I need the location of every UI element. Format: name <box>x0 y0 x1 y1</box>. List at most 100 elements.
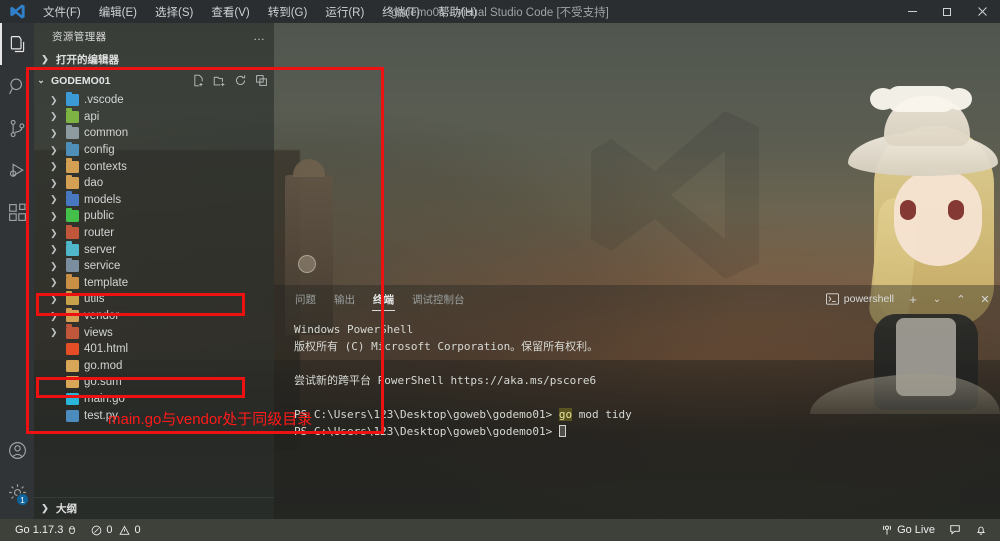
activitybar-item-source-control[interactable] <box>0 107 34 149</box>
tree-row-service[interactable]: ❯ service <box>34 257 274 275</box>
section-outline[interactable]: ❯ 大纲 <box>34 497 274 519</box>
tree-row--vscode[interactable]: ❯ .vscode <box>34 91 274 109</box>
tree-row-label: contexts <box>84 160 127 173</box>
folder-icon <box>66 91 79 107</box>
collapse-all-icon[interactable] <box>255 74 268 87</box>
menu-go[interactable]: 转到(G) <box>259 1 317 23</box>
tree-row-401-html[interactable]: 401.html <box>34 341 274 358</box>
menu-edit[interactable]: 编辑(E) <box>90 1 146 23</box>
chevron-right-icon: ❯ <box>50 210 58 221</box>
terminal-dropdown-button[interactable]: ⌄ <box>928 290 946 308</box>
maximize-panel-button[interactable]: ⌃ <box>952 290 970 308</box>
menu-view[interactable]: 查看(V) <box>202 1 258 23</box>
tree-row-dao[interactable]: ❯ dao <box>34 174 274 192</box>
folder-icon <box>66 124 79 140</box>
go-live-label: Go Live <box>897 524 935 536</box>
terminal-line: 版权所有 (C) Microsoft Corporation。保留所有权利。 <box>294 340 599 353</box>
character-ribbon <box>870 86 972 112</box>
extensions-icon <box>8 203 26 221</box>
tree-row-label: router <box>84 227 115 240</box>
chevron-right-icon: ❯ <box>50 111 58 122</box>
tab-debug-console[interactable]: 调试控制台 <box>403 285 474 313</box>
activitybar-item-accounts[interactable] <box>0 429 34 471</box>
manage-badge: 1 <box>16 493 29 506</box>
chevron-right-icon: ❯ <box>50 227 58 238</box>
tree-row-router[interactable]: ❯ router <box>34 224 274 242</box>
folder-icon <box>66 257 79 273</box>
tree-row-public[interactable]: ❯ public <box>34 207 274 225</box>
folder-icon <box>66 290 79 306</box>
activitybar-item-manage[interactable]: 1 <box>0 471 34 513</box>
new-folder-icon[interactable] <box>213 74 226 87</box>
new-file-icon[interactable] <box>192 74 205 87</box>
status-problems[interactable]: 0 0 <box>84 519 147 541</box>
folder-icon <box>66 324 79 339</box>
activitybar-item-run-debug[interactable] <box>0 149 34 191</box>
bottom-panel: 问题 输出 终端 调试控制台 powershell + ⌄ ⌃ ✕ Window… <box>274 285 1000 519</box>
tree-row-config[interactable]: ❯ config <box>34 141 274 159</box>
activitybar-item-extensions[interactable] <box>0 191 34 233</box>
section-project-root[interactable]: ⌄ GODEMO01 <box>34 70 274 91</box>
activitybar-item-explorer[interactable] <box>0 23 34 65</box>
tab-output[interactable]: 输出 <box>325 285 364 313</box>
tree-row-label: views <box>84 326 113 339</box>
tree-row-label: utils <box>84 293 105 306</box>
tree-row-api[interactable]: ❯ api <box>34 108 274 126</box>
menu-run[interactable]: 运行(R) <box>316 1 373 23</box>
status-feedback[interactable] <box>942 519 968 541</box>
open-editors-label: 打开的编辑器 <box>56 54 119 66</box>
close-button[interactable] <box>965 0 1000 23</box>
warning-count: 0 <box>134 524 141 536</box>
tree-row-views[interactable]: ❯ views <box>34 324 274 341</box>
terminal-command-token: go <box>558 408 573 421</box>
activitybar-item-search[interactable] <box>0 65 34 107</box>
terminal-line: PS C:\Users\123\Desktop\goweb\godemo01> <box>294 423 1000 440</box>
terminal-line: 尝试新的跨平台 PowerShell https://aka.ms/pscore… <box>294 374 597 387</box>
tree-row-main-go[interactable]: main.go <box>34 391 274 408</box>
status-notifications[interactable] <box>968 519 994 541</box>
tree-row-label: public <box>84 210 115 223</box>
folder-icon <box>66 141 79 157</box>
menu-bar: 文件(F) 编辑(E) 选择(S) 查看(V) 转到(G) 运行(R) 终端(T… <box>34 1 486 23</box>
tab-problems[interactable]: 问题 <box>286 285 325 313</box>
tree-row-server[interactable]: ❯ server <box>34 241 274 258</box>
menu-select[interactable]: 选择(S) <box>146 1 202 23</box>
minimize-button[interactable] <box>895 0 930 23</box>
tree-row-label: go.mod <box>84 359 123 372</box>
tree-row-test-py[interactable]: test.py <box>34 407 274 424</box>
chevron-right-icon: ❯ <box>50 260 58 271</box>
status-go-version[interactable]: Go 1.17.3 <box>8 519 84 541</box>
section-open-editors[interactable]: ❯ 打开的编辑器 <box>34 49 274 70</box>
tree-row-go-mod[interactable]: go.mod <box>34 358 274 375</box>
menu-help[interactable]: 帮助(H) <box>429 1 486 23</box>
folder-icon <box>66 174 79 190</box>
close-panel-button[interactable]: ✕ <box>976 290 994 308</box>
tree-row-vendor[interactable]: ❯ vendor <box>34 307 274 325</box>
terminal-output[interactable]: Windows PowerShell 版权所有 (C) Microsoft Cor… <box>274 313 1000 440</box>
tree-row-common[interactable]: ❯ common <box>34 124 274 142</box>
tree-row-contexts[interactable]: ❯ contexts <box>34 158 274 175</box>
terminal-selector[interactable]: powershell <box>822 291 898 307</box>
folder-icon <box>66 224 79 240</box>
tab-terminal[interactable]: 终端 <box>364 285 403 313</box>
terminal-prompt: PS C:\Users\123\Desktop\goweb\godemo01> <box>294 425 559 438</box>
file-icon <box>66 343 79 356</box>
tree-row-models[interactable]: ❯ models <box>34 191 274 209</box>
refresh-icon[interactable] <box>234 74 247 87</box>
status-go-live[interactable]: Go Live <box>874 519 942 541</box>
broadcast-icon <box>883 525 892 535</box>
new-terminal-button[interactable]: + <box>904 290 922 308</box>
tree-row-go-sum[interactable]: go.sum <box>34 374 274 391</box>
maximize-button[interactable] <box>930 0 965 23</box>
menu-terminal[interactable]: 终端(T) <box>373 1 429 23</box>
tree-row-utils[interactable]: ❯ utils <box>34 290 274 308</box>
go-version-label: Go 1.17.3 <box>15 524 64 536</box>
tree-row-label: models <box>84 193 122 206</box>
explorer-more-actions-icon[interactable]: … <box>253 29 266 43</box>
tree-row-template[interactable]: ❯ template <box>34 274 274 292</box>
file-tree[interactable]: ❯ .vscode ❯ api ❯ common ❯ config ❯ contexts ❯ dao ❯… <box>34 91 274 497</box>
panel-actions: powershell + ⌄ ⌃ ✕ <box>822 285 994 313</box>
file-icon <box>66 409 79 422</box>
menu-file[interactable]: 文件(F) <box>34 1 90 23</box>
tree-row-label: dao <box>84 177 104 190</box>
